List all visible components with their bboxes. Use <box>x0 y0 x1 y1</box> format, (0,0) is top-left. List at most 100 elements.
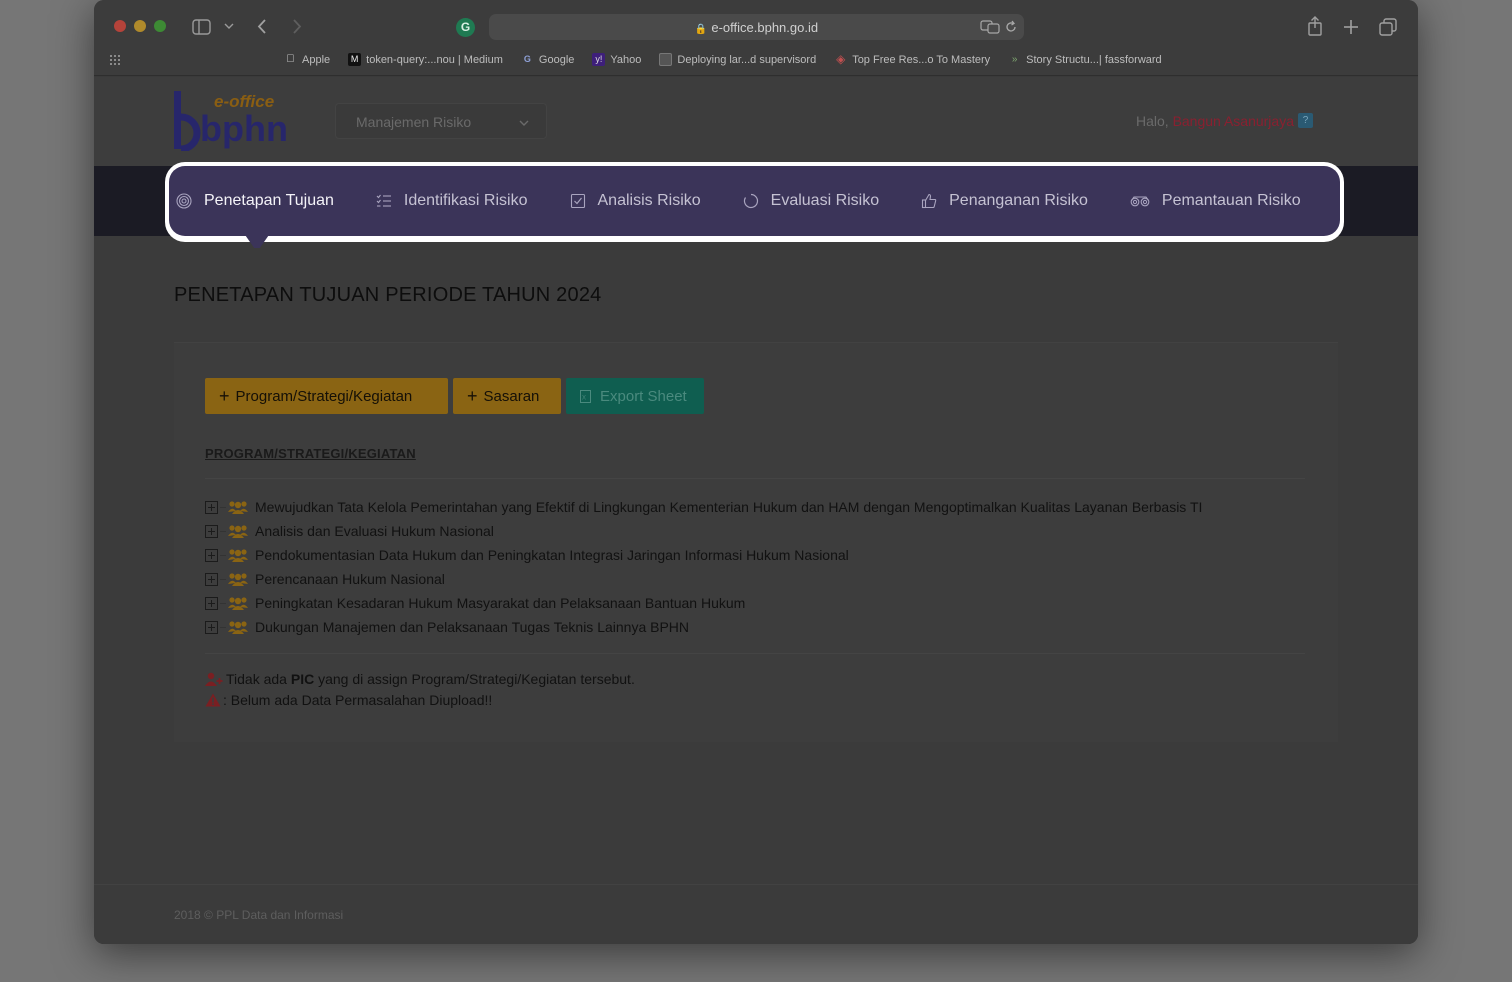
forward-icon[interactable] <box>292 18 302 35</box>
circle-icon <box>743 193 758 209</box>
expand-icon[interactable] <box>205 620 218 634</box>
grammarly-extension-icon[interactable]: G <box>456 18 475 37</box>
google-icon: G <box>523 54 531 64</box>
bphn-logo[interactable]: e-office bphn <box>174 91 294 151</box>
tree-item[interactable]: Pendokumentasian Data Hukum dan Peningka… <box>205 543 1202 567</box>
legend-notes: Tidak ada PIC yang di assign Program/Str… <box>205 668 635 710</box>
lock-icon: 🔒 <box>694 24 708 35</box>
site-header: e-office bphn Manajemen Risiko Halo, Ban… <box>94 77 1418 166</box>
user-plus-icon <box>205 672 223 686</box>
tree-item[interactable]: Mewujudkan Tata Kelola Pemerintahan yang… <box>205 495 1202 519</box>
binoculars-icon <box>1130 196 1150 207</box>
page-title: PENETAPAN TUJUAN PERIODE TAHUN 2024 <box>174 284 602 306</box>
expand-icon[interactable] <box>205 500 218 514</box>
tree-item[interactable]: Perencanaan Hukum Nasional <box>205 567 1202 591</box>
expand-icon[interactable] <box>205 524 218 538</box>
browser-toolbar: G 🔒 e-office.bphn.go.id Apple M token-qu… <box>94 0 1418 76</box>
target-icon <box>176 193 192 209</box>
page-content: e-office bphn Manajemen Risiko Halo, Ban… <box>94 77 1418 944</box>
browser-window: G 🔒 e-office.bphn.go.id Apple M token-qu… <box>94 0 1418 944</box>
tab-penetapan-tujuan[interactable]: Penetapan Tujuan <box>176 192 334 210</box>
expand-icon[interactable] <box>205 572 218 586</box>
section-label: PROGRAM/STRATEGI/KEGIATAN <box>205 446 416 461</box>
tab-evaluasi-risiko[interactable]: Evaluasi Risiko <box>743 192 879 210</box>
bookmark-deploying[interactable]: Deploying lar...d supervisord <box>659 53 816 66</box>
people-group-icon <box>228 525 248 538</box>
bookmarks-bar:  Apple M token-query:...nou | Medium G … <box>284 53 1162 66</box>
help-icon[interactable]: ? <box>1298 113 1313 128</box>
add-program-button[interactable]: + Program/Strategi/Kegiatan <box>205 378 448 414</box>
reload-icon[interactable] <box>1004 20 1018 34</box>
apps-grid-icon[interactable] <box>110 55 122 67</box>
apple-icon:  <box>284 53 297 66</box>
logo-bphn-text: bphn <box>200 108 288 149</box>
content-card: + Program/Strategi/Kegiatan + Sasaran X … <box>174 342 1338 742</box>
url-text: e-office.bphn.go.id <box>711 20 819 35</box>
tree-item[interactable]: Peningkatan Kesadaran Hukum Masyarakat d… <box>205 591 1202 615</box>
bookmark-ztm[interactable]: ◈ Top Free Res...o To Mastery <box>834 53 990 66</box>
people-group-icon <box>228 573 248 586</box>
chevron-down-icon[interactable] <box>224 22 234 30</box>
minimize-window-button[interactable] <box>134 20 146 32</box>
warning-icon <box>205 693 221 706</box>
tree-item-label: Dukungan Manajemen dan Pelaksanaan Tugas… <box>255 619 690 635</box>
plus-icon: + <box>219 385 230 406</box>
footer-text: 2018 © PPL Data dan Informasi <box>174 908 344 922</box>
page-icon <box>659 53 673 66</box>
bookmark-fassforward[interactable]: » Story Structu...| fassforward <box>1008 53 1162 66</box>
tab-penanganan-risiko[interactable]: Penanganan Risiko <box>921 192 1088 210</box>
people-group-icon <box>228 501 248 514</box>
bookmark-medium[interactable]: M token-query:...nou | Medium <box>348 53 503 66</box>
user-name[interactable]: Bangun Asanurjaya <box>1173 113 1294 129</box>
back-icon[interactable] <box>257 18 267 35</box>
module-select-value: Manajemen Risiko <box>356 114 472 130</box>
people-group-icon <box>228 597 248 610</box>
bookmark-google[interactable]: G Google <box>521 53 575 66</box>
divider <box>205 653 1305 654</box>
note-no-upload: : Belum ada Data Permasalahan Diupload!! <box>205 689 635 710</box>
sidebar-toggle-icon[interactable] <box>192 19 211 35</box>
people-group-icon <box>228 549 248 562</box>
main-nav: Penetapan Tujuan Identifikasi Risiko Ana… <box>176 166 1301 236</box>
tree-item-label: Peningkatan Kesadaran Hukum Masyarakat d… <box>255 595 746 611</box>
translate-icon[interactable] <box>980 20 1000 34</box>
ztm-icon: ◈ <box>836 52 846 66</box>
new-tab-icon[interactable] <box>1343 19 1359 35</box>
svg-text:X: X <box>582 395 586 401</box>
close-window-button[interactable] <box>114 20 126 32</box>
maximize-window-button[interactable] <box>154 20 166 32</box>
yahoo-icon: y! <box>592 53 606 66</box>
people-group-icon <box>228 621 248 634</box>
bookmark-apple[interactable]:  Apple <box>284 53 330 66</box>
tab-identifikasi-risiko[interactable]: Identifikasi Risiko <box>376 192 528 210</box>
thumbs-up-icon <box>922 193 937 209</box>
tree-item-label: Mewujudkan Tata Kelola Pemerintahan yang… <box>255 499 1203 515</box>
tree-item[interactable]: Dukungan Manajemen dan Pelaksanaan Tugas… <box>205 615 1202 639</box>
tree-item-label: Pendokumentasian Data Hukum dan Peningka… <box>255 547 849 563</box>
tree-item-label: Perencanaan Hukum Nasional <box>255 571 445 587</box>
program-tree: Mewujudkan Tata Kelola Pemerintahan yang… <box>205 495 1202 639</box>
list-icon <box>376 194 391 207</box>
export-sheet-button[interactable]: X Export Sheet <box>566 378 704 414</box>
divider <box>205 478 1305 479</box>
greeting-text: Halo, <box>1135 113 1169 129</box>
tab-pemantauan-risiko[interactable]: Pemantauan Risiko <box>1130 192 1301 210</box>
note-no-pic: Tidak ada PIC yang di assign Program/Str… <box>205 668 635 689</box>
site-footer: 2018 © PPL Data dan Informasi <box>94 884 1418 944</box>
checkbox-icon <box>570 193 585 209</box>
module-select[interactable]: Manajemen Risiko <box>335 103 547 139</box>
tree-item[interactable]: Analisis dan Evaluasi Hukum Nasional <box>205 519 1202 543</box>
chevron-down-icon <box>519 120 529 126</box>
expand-icon[interactable] <box>205 548 218 562</box>
plus-icon: + <box>467 385 478 406</box>
add-sasaran-button[interactable]: + Sasaran <box>453 378 561 414</box>
tab-analisis-risiko[interactable]: Analisis Risiko <box>570 192 701 210</box>
share-icon[interactable] <box>1307 16 1323 36</box>
address-bar[interactable]: 🔒 e-office.bphn.go.id <box>489 14 1024 40</box>
expand-icon[interactable] <box>205 596 218 610</box>
bookmark-yahoo[interactable]: y! Yahoo <box>592 53 641 66</box>
tab-overview-icon[interactable] <box>1379 18 1397 36</box>
tree-item-label: Analisis dan Evaluasi Hukum Nasional <box>255 523 494 539</box>
ff-icon: » <box>1011 54 1018 65</box>
medium-icon: M <box>348 53 362 66</box>
